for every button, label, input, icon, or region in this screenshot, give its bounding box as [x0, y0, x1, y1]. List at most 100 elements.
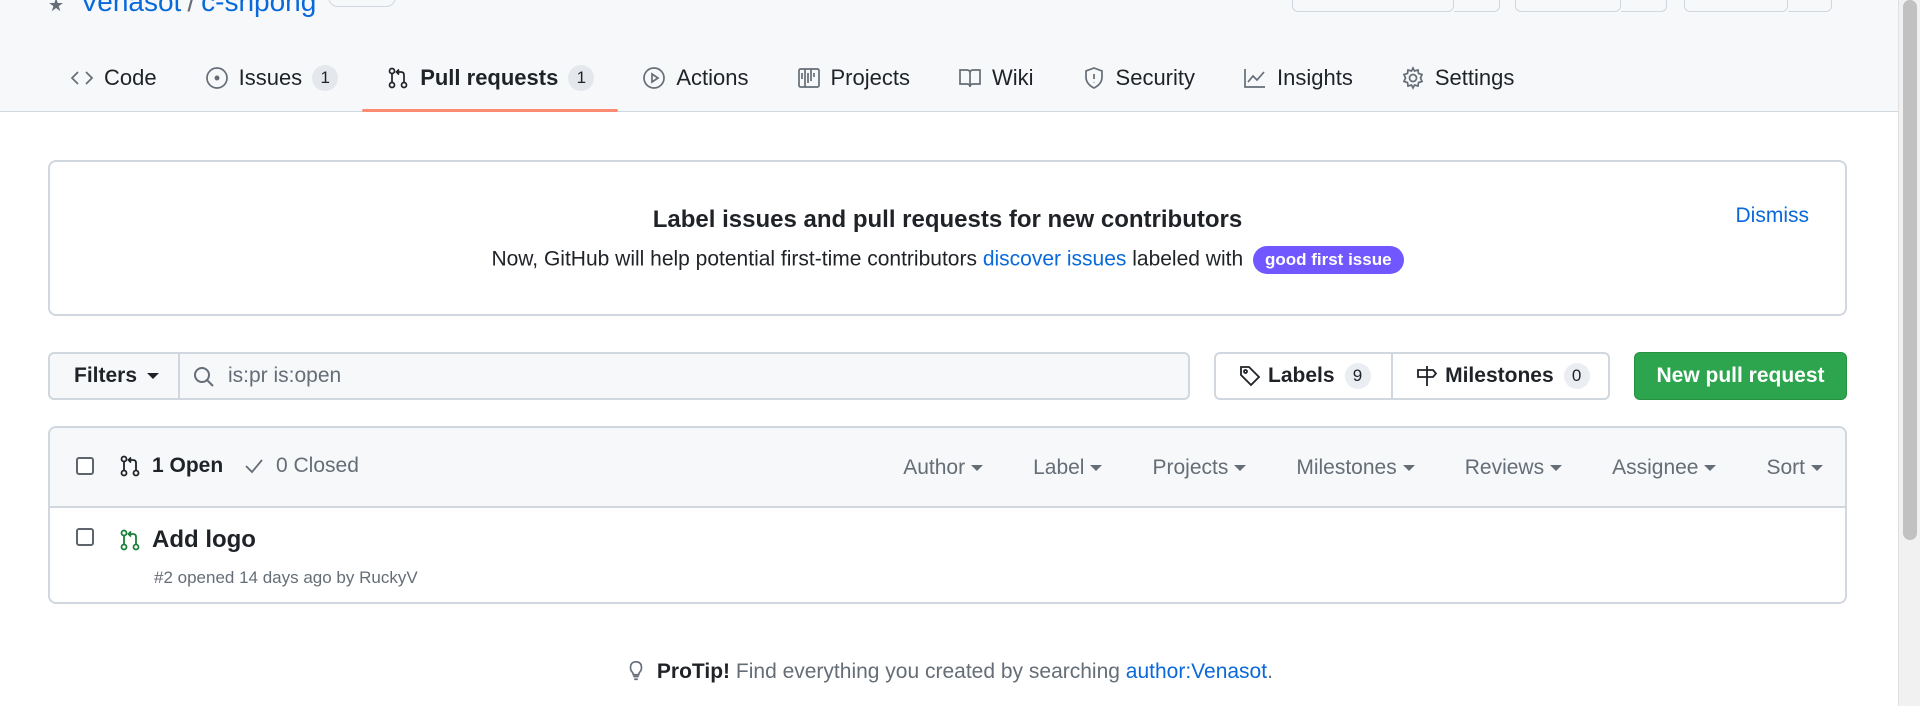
labels-label: Labels [1268, 364, 1335, 387]
protip-text: Find everything you created by searching [735, 660, 1120, 683]
protip-bold: ProTip! [656, 660, 731, 683]
search-container [178, 352, 1190, 400]
git-pull-request-open-icon [120, 529, 140, 551]
pull-request-list: 1 Open 0 Closed Author Label Projects Mi… [48, 426, 1847, 604]
repo-icon: ★ [48, 0, 65, 15]
tab-label: Pull requests [420, 65, 559, 90]
list-item: Add logo #2 opened 14 days ago by RuckyV [50, 508, 1845, 602]
tab-label: Projects [830, 65, 910, 90]
filter-label: Milestones [1296, 456, 1397, 479]
filter-label: Sort [1766, 456, 1805, 479]
gear-icon [1402, 66, 1424, 90]
play-icon [643, 67, 666, 89]
milestones-button[interactable]: Milestones 0 [1393, 354, 1608, 398]
chevron-down-icon [1402, 465, 1415, 471]
protip-end: . [1267, 660, 1273, 683]
tab-security[interactable]: Security [1058, 52, 1219, 104]
banner-title: Label issues and pull requests for new c… [652, 206, 1243, 233]
tag-icon [1240, 366, 1261, 387]
git-pull-request-icon [120, 455, 140, 477]
filter-label: Assignee [1612, 456, 1699, 479]
visibility-badge [328, 0, 397, 7]
repo-title: ★ Venasot / c-shpong [48, 0, 397, 18]
banner-text: Now, GitHub will help potential first-ti… [50, 246, 1845, 274]
reviews-filter[interactable]: Reviews [1464, 456, 1563, 480]
pull-requests-count-badge: 1 [568, 65, 595, 91]
projects-filter[interactable]: Projects [1152, 456, 1247, 480]
closed-count-label: 0 Closed [276, 454, 359, 477]
tab-actions[interactable]: Actions [618, 52, 772, 104]
tab-label: Issues [238, 65, 303, 90]
banner-text-before: Now, GitHub will help potential first-ti… [491, 247, 977, 271]
fork-dropdown-button[interactable] [1621, 0, 1667, 12]
issue-opened-icon [205, 67, 228, 89]
chevron-down-icon [1090, 465, 1103, 471]
filter-label: Author [903, 456, 966, 479]
chevron-down-icon [1550, 465, 1563, 471]
labels-count: 9 [1344, 363, 1371, 389]
tab-label: Wiki [991, 65, 1034, 90]
label-filter[interactable]: Label [1033, 456, 1103, 480]
watch-button[interactable] [1292, 0, 1454, 12]
sort-filter[interactable]: Sort [1766, 456, 1823, 480]
star-button[interactable] [1684, 0, 1788, 12]
assignee-filter[interactable]: Assignee [1612, 456, 1717, 480]
author-filter[interactable]: Author [903, 456, 984, 480]
new-pull-request-button[interactable]: New pull request [1634, 352, 1847, 400]
open-count-label: 1 Open [152, 454, 224, 477]
new-contributors-banner: Label issues and pull requests for new c… [48, 160, 1847, 316]
labels-button[interactable]: Labels 9 [1216, 354, 1391, 398]
watch-dropdown-button[interactable] [1454, 0, 1500, 12]
open-filter[interactable]: 1 Open [118, 454, 223, 478]
tab-pull-requests[interactable]: Pull requests 1 [362, 52, 619, 112]
milestones-filter[interactable]: Milestones [1296, 456, 1415, 480]
filters-button[interactable]: Filters [48, 352, 180, 400]
star-dropdown-button[interactable] [1788, 0, 1832, 12]
tab-label: Insights [1277, 65, 1353, 90]
repo-nav: Code Issues 1 Pull requests 1 Actions Pr… [48, 52, 1538, 112]
author-search-link[interactable]: author:Venasot [1126, 660, 1267, 683]
select-all-checkbox[interactable] [76, 457, 94, 475]
tab-code[interactable]: Code [48, 52, 181, 104]
list-header: 1 Open 0 Closed Author Label Projects Mi… [50, 428, 1845, 508]
good-first-issue-label[interactable]: good first issue [1252, 246, 1404, 274]
discover-issues-link[interactable]: discover issues [983, 248, 1127, 271]
chevron-down-icon [147, 373, 160, 379]
book-icon [959, 69, 981, 88]
milestones-label: Milestones [1445, 364, 1554, 387]
check-icon [245, 459, 263, 474]
repo-owner-link[interactable]: Venasot [80, 0, 181, 17]
git-pull-request-icon [388, 67, 408, 89]
row-checkbox[interactable] [76, 528, 94, 546]
filter-label: Label [1033, 456, 1085, 479]
fork-button[interactable] [1515, 0, 1621, 12]
tab-wiki[interactable]: Wiki [934, 52, 1058, 104]
header-filters: Author Label Projects Milestones Reviews… [853, 428, 1823, 508]
repo-header: ★ Venasot / c-shpong Code Issues 1 Pull req… [0, 0, 1898, 112]
scrollbar[interactable] [1898, 0, 1920, 706]
light-bulb-icon [629, 661, 643, 681]
filter-label: Projects [1152, 456, 1229, 479]
filter-label: Reviews [1464, 456, 1545, 479]
milestone-icon [1417, 366, 1438, 386]
tab-settings[interactable]: Settings [1377, 52, 1539, 104]
tab-label: Security [1115, 65, 1196, 90]
tab-insights[interactable]: Insights [1219, 52, 1377, 104]
table-icon [797, 68, 820, 88]
chevron-down-icon [971, 465, 984, 471]
graph-icon [1244, 69, 1266, 88]
labels-milestones-group: Labels 9 Milestones 0 [1214, 352, 1610, 400]
scrollbar-thumb[interactable] [1903, 0, 1917, 540]
tab-issues[interactable]: Issues 1 [181, 52, 363, 104]
pull-request-title-link[interactable]: Add logo [152, 526, 256, 554]
issues-count-badge: 1 [312, 65, 339, 91]
closed-filter[interactable]: 0 Closed [242, 454, 359, 478]
tab-label: Settings [1434, 65, 1515, 90]
tab-label: Actions [676, 65, 749, 90]
search-input[interactable] [228, 364, 1188, 388]
tab-projects[interactable]: Projects [773, 52, 934, 104]
chevron-down-icon [1234, 465, 1247, 471]
repo-name-link[interactable]: c-shpong [201, 0, 316, 17]
filters-label: Filters [74, 364, 138, 387]
dismiss-button[interactable]: Dismiss [1736, 204, 1810, 228]
